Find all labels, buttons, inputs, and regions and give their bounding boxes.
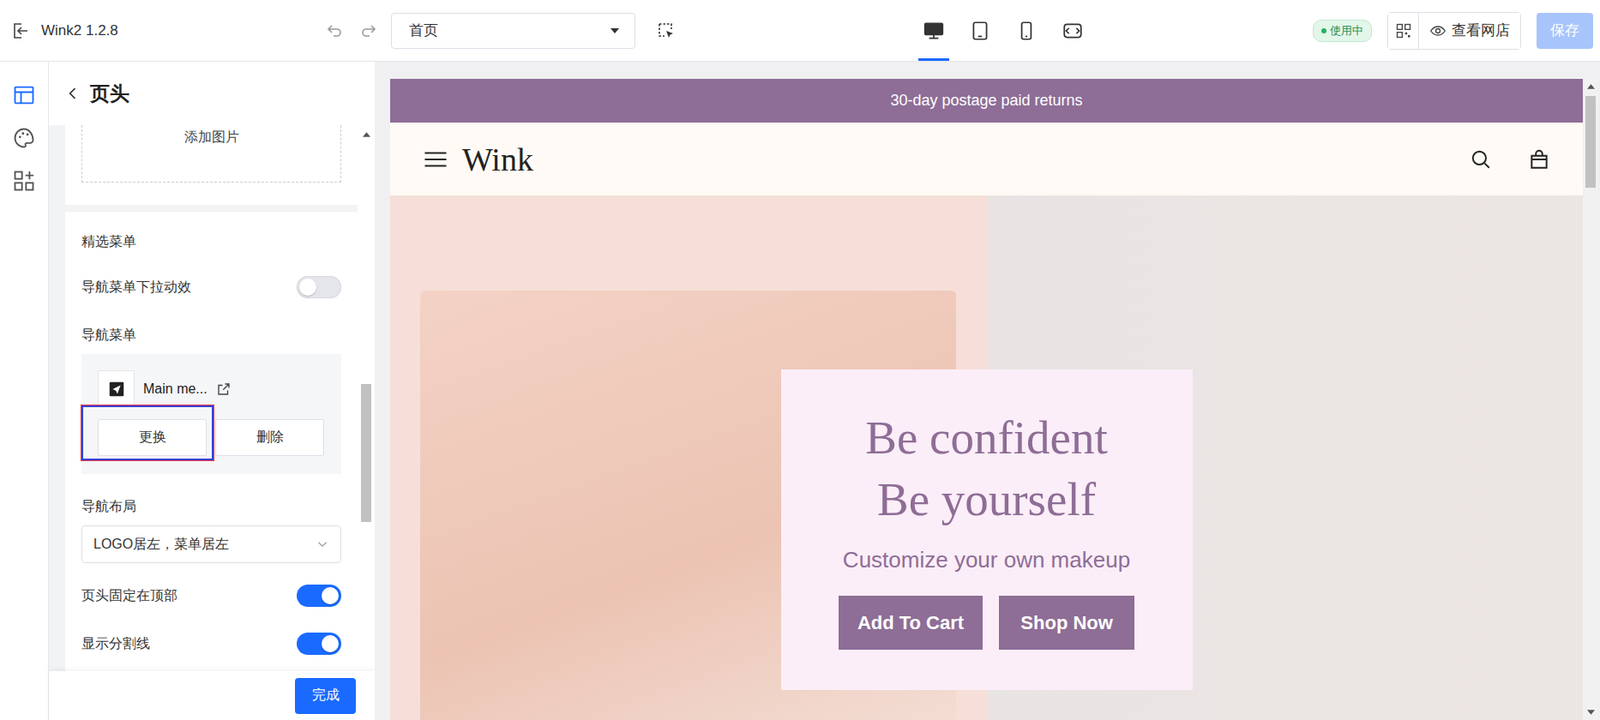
external-link-icon[interactable] <box>216 381 232 397</box>
select-region-icon <box>655 20 677 42</box>
toggle-switch[interactable] <box>296 584 342 608</box>
store-preview: 30-day postage paid returns Wink Be confid… <box>390 78 1583 720</box>
settings-panel: 页头添加图片精选菜单导航菜单下拉动效导航菜单 Main me... 更换删除导航布局… <box>48 61 375 720</box>
site-header: Wink <box>390 122 1583 196</box>
layout-icon <box>12 83 37 108</box>
menu-action-button[interactable]: 删除 <box>215 419 325 457</box>
field-label: 导航布局 <box>81 491 342 523</box>
site-editor: Wink2 1.2.8 首页 使用中 查看网店保存页头添加图片精选菜单导航菜单下拉动效… <box>0 0 1600 720</box>
panel-body: 添加图片精选菜单导航菜单下拉动效导航菜单 Main me... 更换删除导航布局LO… <box>48 125 375 672</box>
app-title: Wink2 1.2.8 <box>41 22 119 40</box>
desktop-icon <box>922 19 945 43</box>
section-title: 精选菜单 <box>81 230 342 253</box>
undo-button[interactable] <box>318 15 350 47</box>
add-image-box[interactable]: 添加图片 <box>81 125 342 183</box>
side-rail <box>0 61 49 720</box>
history-tools: 首页 <box>318 12 682 49</box>
undo-icon <box>324 20 345 42</box>
scroll-up-icon[interactable] <box>362 132 371 138</box>
top-bar: Wink2 1.2.8 首页 使用中 查看网店保存 <box>0 0 1600 62</box>
panel-scrollbar[interactable] <box>357 125 375 672</box>
hero-button[interactable]: Shop Now <box>998 595 1135 650</box>
panel-title: 页头 <box>90 80 130 108</box>
select-element-button[interactable] <box>650 15 682 47</box>
store-logo[interactable]: Wink <box>462 140 534 179</box>
image-card: 添加图片 <box>65 125 358 205</box>
device-button[interactable] <box>1057 0 1089 61</box>
menu-picker: Main me... 更换删除 <box>81 354 342 475</box>
scroll-thumb[interactable] <box>360 384 372 523</box>
panel-header: 页头 <box>48 61 375 126</box>
preview-scrollbar[interactable] <box>1582 78 1599 720</box>
phone-icon <box>1015 19 1038 43</box>
menu-field: 导航菜单 Main me... 更换删除 <box>81 319 342 475</box>
device-button[interactable] <box>1010 0 1042 61</box>
menu-action-button[interactable]: 更换 <box>97 419 207 457</box>
toggle-row: 显示分割线 <box>81 628 342 660</box>
search-icon[interactable] <box>1469 148 1492 171</box>
back-chevron-icon[interactable] <box>64 84 82 103</box>
device-switcher <box>918 0 1089 61</box>
page-select[interactable]: 首页 <box>390 12 636 49</box>
hero-banner: Be confidentBe yourself Customize your ow… <box>390 195 1583 720</box>
view-store-button[interactable]: 查看网店 <box>1419 12 1521 49</box>
toggle-row: 页头固定在顶部 <box>81 580 342 612</box>
layout-select[interactable]: LOGO居左，菜单居左 <box>81 525 342 564</box>
navigation-icon <box>107 379 127 399</box>
status-badge: 使用中 <box>1312 19 1372 43</box>
select-field: 导航布局LOGO居左，菜单居左 <box>81 491 342 564</box>
palette-icon <box>12 126 37 151</box>
device-button[interactable] <box>918 0 950 61</box>
hero-subtitle: Customize your own makeup <box>842 544 1131 576</box>
scroll-up-icon[interactable] <box>1587 84 1595 90</box>
menu-thumb <box>97 370 135 408</box>
tablet-icon <box>968 19 992 43</box>
scroll-down-icon[interactable] <box>1587 709 1595 716</box>
page-select-value: 首页 <box>409 20 439 41</box>
panel-content: 添加图片精选菜单导航菜单下拉动效导航菜单 Main me... 更换删除导航布局LO… <box>65 125 358 672</box>
exit-icon[interactable] <box>10 20 31 42</box>
toggle-switch[interactable] <box>296 632 342 656</box>
menu-item: Main me... <box>97 370 325 408</box>
field-label: 页头固定在顶部 <box>81 587 178 606</box>
panel-footer: 完成 <box>48 671 375 720</box>
brand: Wink2 1.2.8 <box>0 20 319 42</box>
redo-button[interactable] <box>353 15 385 47</box>
hero-title: Be confident <box>865 407 1108 470</box>
qr-code-icon <box>1395 22 1413 40</box>
shopping-bag-icon[interactable] <box>1527 148 1551 171</box>
eye-icon <box>1429 22 1447 40</box>
menu-name: Main me... <box>143 381 208 397</box>
scroll-thumb[interactable] <box>1585 96 1596 188</box>
field-label: 显示分割线 <box>81 635 151 654</box>
redo-icon <box>358 20 379 42</box>
rail-item[interactable] <box>6 125 42 151</box>
hero-button[interactable]: Add To Cart <box>838 595 983 650</box>
top-actions: 使用中 查看网店保存 <box>1312 12 1600 50</box>
announcement-bar: 30-day postage paid returns <box>390 78 1583 123</box>
caret-down-icon <box>610 28 620 34</box>
toggle-row: 导航菜单下拉动效 <box>81 271 342 303</box>
menu-card: 精选菜单导航菜单下拉动效导航菜单 Main me... 更换删除导航布局LOGO居左… <box>65 211 358 672</box>
done-button[interactable]: 完成 <box>294 678 356 715</box>
fit-screen-icon <box>1061 19 1084 43</box>
hero-title: Be yourself <box>877 469 1096 531</box>
menu-buttons: 更换删除 <box>97 419 325 457</box>
chevron-down-icon <box>314 536 331 553</box>
qr-button[interactable] <box>1388 12 1420 49</box>
toggle-switch[interactable] <box>296 276 342 299</box>
view-group: 查看网店 <box>1387 12 1522 50</box>
apps-icon <box>12 168 37 193</box>
hamburger-menu-icon[interactable] <box>422 146 449 173</box>
save-button[interactable]: 保存 <box>1536 12 1594 49</box>
rail-item[interactable] <box>6 82 42 109</box>
device-button[interactable] <box>964 0 996 61</box>
field-label: 导航菜单 <box>81 319 342 351</box>
workspace: 页头添加图片精选菜单导航菜单下拉动效导航菜单 Main me... 更换删除导航布局… <box>0 61 1600 720</box>
hero-card: Be confidentBe yourself Customize your ow… <box>781 369 1193 691</box>
field-label: 导航菜单下拉动效 <box>81 278 192 297</box>
hero-buttons: Add To Cart Shop Now <box>838 595 1135 650</box>
rail-item[interactable] <box>6 168 42 194</box>
preview-canvas: 30-day postage paid returns Wink Be confid… <box>374 61 1600 720</box>
